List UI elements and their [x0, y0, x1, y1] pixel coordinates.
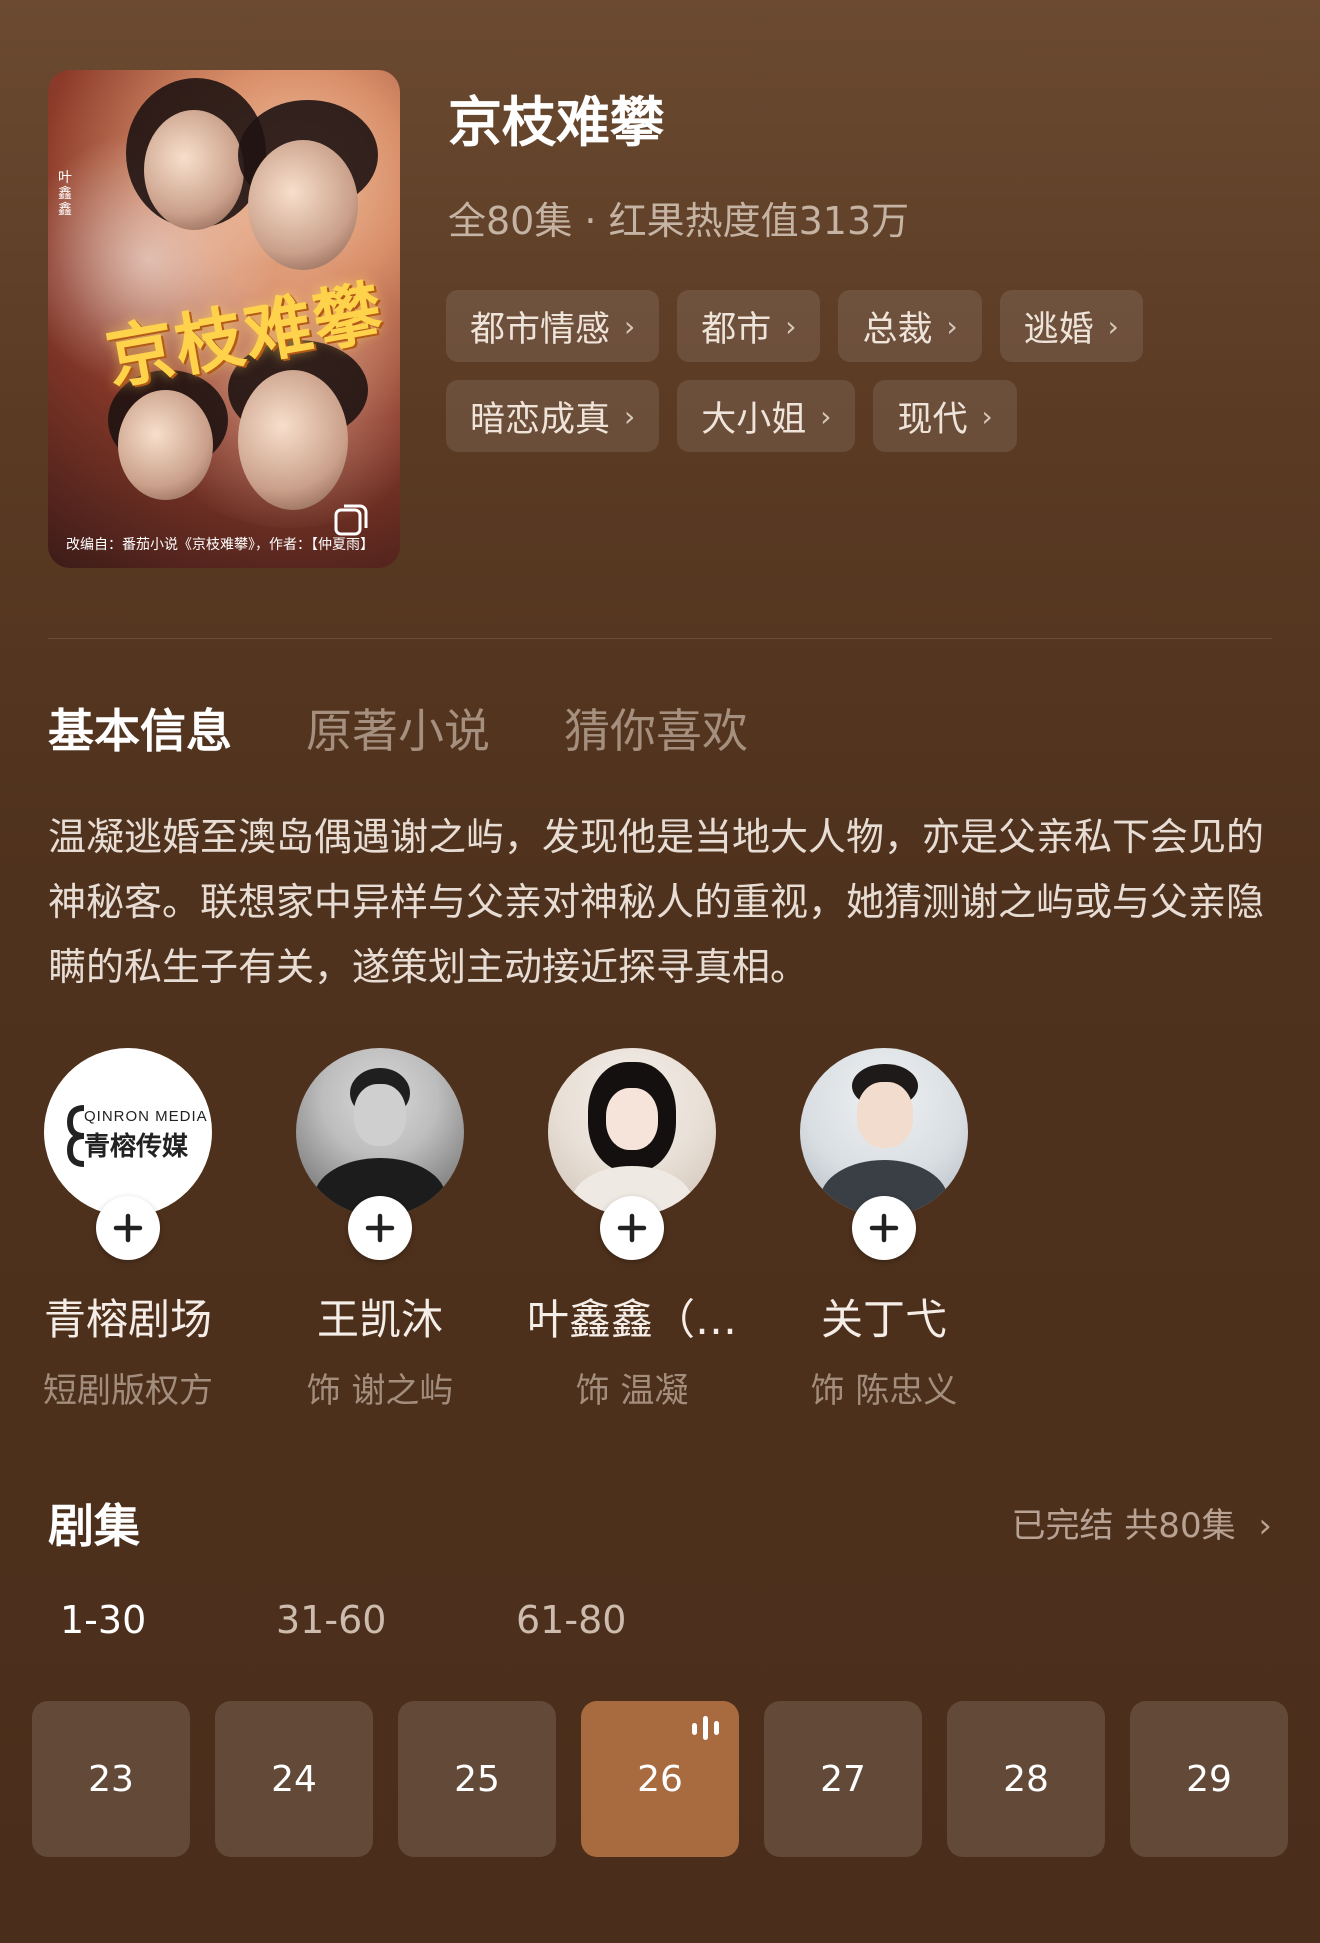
cast-role: 短剧版权方 [43, 1371, 213, 1411]
tag-chip[interactable]: 都市情感 › [446, 290, 660, 362]
drama-title: 京枝难攀 [448, 91, 664, 154]
studio-logo: QINRON MEDIA 青榕传媒 [44, 1048, 212, 1216]
poster-figure [144, 110, 244, 230]
cast-name: 青榕剧场 [43, 1295, 212, 1344]
episode-button[interactable]: 28 [947, 1701, 1105, 1857]
actor-photo [800, 1048, 968, 1216]
plus-icon [365, 1213, 395, 1243]
cast-name: 叶鑫鑫（… [526, 1295, 737, 1344]
cast-name: 关丁弋 [820, 1295, 947, 1344]
playing-bars-icon [692, 1716, 719, 1740]
photo-face [606, 1088, 658, 1150]
synopsis: 温凝逃婚至澳岛偶遇谢之屿，发现他是当地大人物，亦是父亲私下会见的神秘客。联想家中… [48, 815, 1265, 989]
studio-logo-en: QINRON MEDIA [84, 1108, 208, 1125]
drama-meta: 全80集 · 红果热度值313万 [448, 199, 910, 243]
tab-basic-info[interactable]: 基本信息 [48, 695, 232, 761]
episodes-status: 已完结 共80集 [1011, 1506, 1236, 1546]
episode-button[interactable]: 27 [764, 1701, 922, 1857]
tag-label: 大小姐 [701, 399, 807, 440]
cast-item[interactable]: QINRON MEDIA 青榕传媒 青榕剧场 短剧版权方 [18, 1048, 238, 1412]
studio-logo-cn: 青榕传媒 [84, 1132, 189, 1162]
cast-role: 饰 谢之屿 [306, 1371, 454, 1411]
photo-face [857, 1082, 913, 1148]
episode-number: 28 [1003, 1758, 1049, 1800]
poster-figure [248, 140, 358, 270]
episodes-heading: 剧集 [48, 1499, 140, 1553]
cast-item[interactable]: 关丁弋 饰 陈忠义 [774, 1048, 994, 1412]
poster-side-text: 叶鑫鑫 [58, 170, 72, 218]
episode-button[interactable]: 25 [398, 1701, 556, 1857]
chevron-right-icon: › [624, 309, 636, 343]
episode-range-tabs: 1-30 31-60 61-80 [60, 1598, 756, 1642]
chevron-right-icon: › [946, 309, 958, 343]
follow-button[interactable] [348, 1196, 412, 1260]
follow-button[interactable] [600, 1196, 664, 1260]
plus-icon [113, 1213, 143, 1243]
photo-face [354, 1084, 406, 1146]
tag-label: 现代 [897, 399, 968, 440]
range-tab[interactable]: 61-80 [516, 1598, 756, 1642]
range-tab[interactable]: 31-60 [276, 1598, 516, 1642]
cast-item[interactable]: 叶鑫鑫（… 饰 温凝 [522, 1048, 742, 1412]
poster-caption: 改编自：番茄小说《京枝难攀》，作者：【仲夏雨】 [66, 537, 374, 553]
tag-chip[interactable]: 现代 › [873, 380, 1017, 452]
cast-name: 王凯沐 [316, 1295, 443, 1344]
tab-recommendations[interactable]: 猜你喜欢 [564, 695, 748, 761]
tag-label: 逃婚 [1023, 309, 1094, 350]
episode-number: 29 [1186, 1758, 1232, 1800]
tag-chip[interactable]: 逃婚 › [999, 290, 1143, 362]
episode-button[interactable]: 23 [32, 1701, 190, 1857]
chevron-right-icon: › [785, 309, 797, 343]
chevron-right-icon: › [624, 399, 636, 433]
tag-list: 都市情感 › 都市 › 总裁 › 逃婚 › 暗恋成真 › 大小姐 › 现代 › [446, 290, 1186, 452]
episode-number: 27 [820, 1758, 866, 1800]
tag-label: 都市情感 [470, 309, 611, 350]
avatar[interactable] [800, 1048, 968, 1260]
follow-button[interactable] [852, 1196, 916, 1260]
range-tab[interactable]: 1-30 [60, 1598, 276, 1642]
avatar[interactable] [548, 1048, 716, 1260]
tag-chip[interactable]: 大小姐 › [677, 380, 856, 452]
plus-icon [617, 1213, 647, 1243]
tag-chip[interactable]: 总裁 › [838, 290, 982, 362]
avatar[interactable]: QINRON MEDIA 青榕传媒 [44, 1048, 212, 1260]
chevron-right-icon: › [981, 399, 993, 433]
poster-figure [118, 390, 213, 500]
episode-grid: 23 24 25 26 27 28 29 [32, 1701, 1288, 1857]
chevron-right-icon: › [1258, 1506, 1272, 1546]
section-divider [48, 638, 1272, 639]
tag-label: 暗恋成真 [470, 399, 611, 440]
tab-original-novel[interactable]: 原著小说 [306, 695, 490, 761]
actor-photo [296, 1048, 464, 1216]
follow-button[interactable] [96, 1196, 160, 1260]
tag-chip[interactable]: 都市 › [677, 290, 821, 362]
actor-photo [548, 1048, 716, 1216]
episodes-status-link[interactable]: 已完结 共80集 › [1012, 1498, 1273, 1547]
chevron-right-icon: › [820, 399, 832, 433]
tag-chip[interactable]: 暗恋成真 › [446, 380, 660, 452]
chevron-right-icon: › [1107, 309, 1119, 343]
episode-number: 23 [88, 1758, 134, 1800]
episode-button-playing[interactable]: 26 [581, 1701, 739, 1857]
episode-button[interactable]: 29 [1130, 1701, 1288, 1857]
tag-label: 都市 [701, 309, 772, 350]
cast-role: 饰 陈忠义 [810, 1371, 958, 1411]
cast-item[interactable]: 王凯沐 饰 谢之屿 [270, 1048, 490, 1412]
info-tabs: 基本信息 原著小说 猜你喜欢 [48, 695, 748, 761]
episode-button[interactable]: 24 [215, 1701, 373, 1857]
poster-figure [238, 370, 348, 510]
drama-poster[interactable]: 叶鑫鑫 京枝难攀 改编自：番茄小说《京枝难攀》，作者：【仲夏雨】 [48, 70, 400, 568]
tag-label: 总裁 [862, 309, 933, 350]
episode-number: 26 [637, 1758, 683, 1800]
episode-number: 25 [454, 1758, 500, 1800]
cast-list: QINRON MEDIA 青榕传媒 青榕剧场 短剧版权方 王凯沐 饰 谢之屿 叶… [43, 1048, 1272, 1411]
avatar[interactable] [296, 1048, 464, 1260]
plus-icon [869, 1213, 899, 1243]
cast-role: 饰 温凝 [575, 1371, 689, 1411]
episode-number: 24 [271, 1758, 317, 1800]
